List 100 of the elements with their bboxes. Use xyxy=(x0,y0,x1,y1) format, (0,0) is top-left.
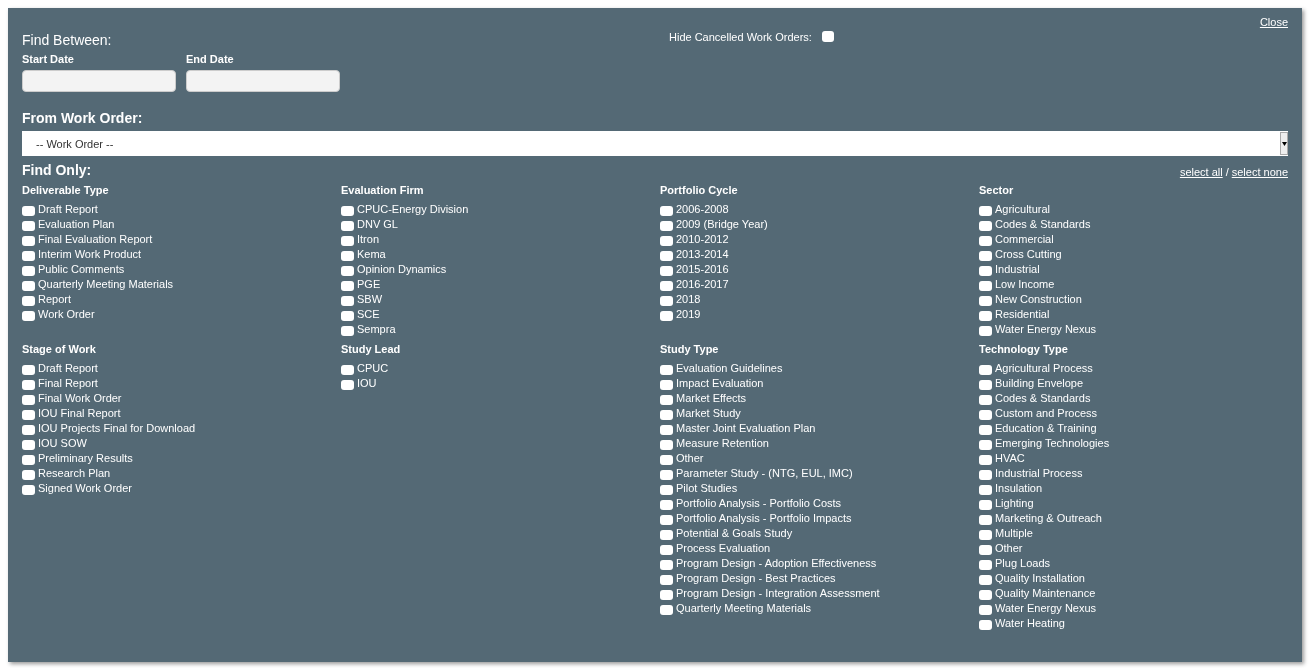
checkbox[interactable] xyxy=(660,514,673,525)
checkbox[interactable] xyxy=(979,220,992,231)
checkbox[interactable] xyxy=(660,574,673,585)
checkbox[interactable] xyxy=(341,265,354,276)
checkbox-label: IOU SOW xyxy=(38,436,87,449)
checkbox[interactable] xyxy=(22,205,35,216)
checkbox[interactable] xyxy=(979,394,992,405)
checkbox[interactable] xyxy=(660,529,673,540)
checkbox[interactable] xyxy=(660,469,673,480)
checkbox[interactable] xyxy=(660,424,673,435)
checkbox[interactable] xyxy=(979,529,992,540)
checkbox[interactable] xyxy=(22,484,35,495)
checkbox[interactable] xyxy=(979,280,992,291)
checkbox[interactable] xyxy=(660,310,673,321)
checkbox[interactable] xyxy=(660,265,673,276)
checkbox[interactable] xyxy=(979,325,992,336)
checkbox[interactable] xyxy=(660,250,673,261)
checkbox[interactable] xyxy=(660,409,673,420)
checkbox[interactable] xyxy=(979,379,992,390)
checkbox[interactable] xyxy=(979,409,992,420)
checkbox[interactable] xyxy=(660,604,673,615)
checkbox[interactable] xyxy=(979,499,992,510)
checkbox[interactable] xyxy=(341,310,354,321)
checkbox[interactable] xyxy=(22,364,35,375)
checkbox[interactable] xyxy=(979,310,992,321)
checkbox[interactable] xyxy=(979,250,992,261)
checkbox[interactable] xyxy=(979,574,992,585)
checkbox[interactable] xyxy=(979,469,992,480)
checkbox[interactable] xyxy=(660,484,673,495)
checkbox[interactable] xyxy=(660,589,673,600)
checkbox[interactable] xyxy=(979,235,992,246)
checkbox[interactable] xyxy=(660,235,673,246)
checkbox[interactable] xyxy=(660,394,673,405)
checkbox[interactable] xyxy=(660,454,673,465)
checkbox[interactable] xyxy=(341,220,354,231)
checkbox-label: Agricultural xyxy=(995,202,1051,215)
checkbox[interactable] xyxy=(660,280,673,291)
find-between-title: Find Between: xyxy=(22,32,113,48)
checkbox[interactable] xyxy=(979,424,992,435)
checkbox[interactable] xyxy=(22,379,35,390)
start-date-field[interactable] xyxy=(22,70,176,92)
checkbox[interactable] xyxy=(341,295,354,306)
checkbox[interactable] xyxy=(979,295,992,306)
select-none-link[interactable]: select none xyxy=(1231,166,1288,178)
select-all-link[interactable]: select all xyxy=(1179,166,1223,178)
checkbox[interactable] xyxy=(22,310,35,321)
checkbox-label: Portfolio Analysis - Portfolio Costs xyxy=(676,496,842,509)
checkbox[interactable] xyxy=(979,364,992,375)
checkbox[interactable] xyxy=(341,205,354,216)
checkbox[interactable] xyxy=(22,454,35,465)
checkbox[interactable] xyxy=(22,280,35,291)
checkbox[interactable] xyxy=(22,250,35,261)
hide-cancelled-label: Hide Cancelled Work Orders: xyxy=(669,31,812,43)
checkbox[interactable] xyxy=(979,454,992,465)
checkbox[interactable] xyxy=(22,439,35,450)
checkbox[interactable] xyxy=(660,220,673,231)
checkbox-label: Market Effects xyxy=(676,391,747,404)
checkbox[interactable] xyxy=(22,235,35,246)
group-heading: Evaluation Firm xyxy=(341,184,425,196)
checkbox[interactable] xyxy=(341,364,354,375)
end-date-field[interactable] xyxy=(186,70,340,92)
checkbox[interactable] xyxy=(341,379,354,390)
checkbox-label: Program Design - Best Practices xyxy=(676,571,836,584)
checkbox[interactable] xyxy=(979,514,992,525)
checkbox[interactable] xyxy=(341,235,354,246)
checkbox[interactable] xyxy=(660,379,673,390)
checkbox[interactable] xyxy=(979,619,992,630)
checkbox-label: Multiple xyxy=(995,526,1033,539)
checkbox[interactable] xyxy=(979,604,992,615)
checkbox[interactable] xyxy=(660,295,673,306)
checkbox[interactable] xyxy=(22,265,35,276)
checkbox[interactable] xyxy=(979,559,992,570)
checkbox[interactable] xyxy=(22,469,35,480)
checkbox[interactable] xyxy=(660,439,673,450)
checkbox[interactable] xyxy=(660,364,673,375)
checkbox[interactable] xyxy=(979,589,992,600)
work-order-dropdown[interactable]: -- Work Order -- xyxy=(22,131,1288,156)
checkbox[interactable] xyxy=(22,424,35,435)
checkbox[interactable] xyxy=(660,205,673,216)
checkbox[interactable] xyxy=(22,409,35,420)
checkbox[interactable] xyxy=(660,559,673,570)
checkbox[interactable] xyxy=(660,544,673,555)
checkbox-label: 2010-2012 xyxy=(676,232,729,245)
checkbox[interactable] xyxy=(22,394,35,405)
hide-cancelled-checkbox[interactable] xyxy=(821,31,834,42)
checkbox[interactable] xyxy=(979,265,992,276)
checkbox[interactable] xyxy=(22,295,35,306)
checkbox[interactable] xyxy=(979,439,992,450)
checkbox[interactable] xyxy=(22,220,35,231)
checkbox-label: Draft Report xyxy=(38,361,98,374)
checkbox[interactable] xyxy=(341,250,354,261)
close-link[interactable]: Close xyxy=(1259,16,1288,30)
checkbox[interactable] xyxy=(341,325,354,336)
checkbox[interactable] xyxy=(979,484,992,495)
group-heading: Deliverable Type xyxy=(22,184,110,196)
checkbox[interactable] xyxy=(341,280,354,291)
checkbox[interactable] xyxy=(660,499,673,510)
checkbox[interactable] xyxy=(979,544,992,555)
checkbox-label: New Construction xyxy=(995,292,1082,305)
checkbox[interactable] xyxy=(979,205,992,216)
